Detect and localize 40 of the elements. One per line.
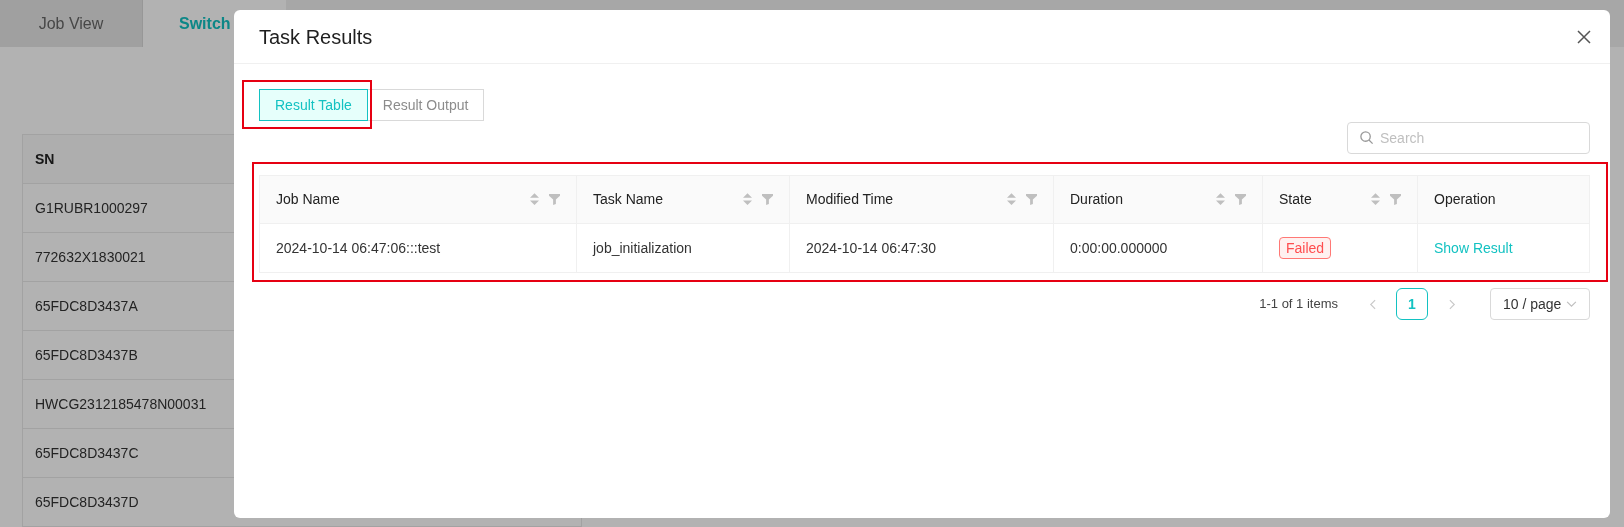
table-cell-text: job_initialization xyxy=(593,238,692,258)
table-cell-text: 65FDC8D3437C xyxy=(35,443,139,463)
sort-icon[interactable] xyxy=(1371,193,1380,206)
tab[interactable]: Job View xyxy=(0,0,143,47)
page-size-select[interactable]: 10 / page xyxy=(1490,288,1590,320)
close-icon[interactable] xyxy=(1576,28,1592,45)
table-cell-text: 65FDC8D3437D xyxy=(35,492,139,512)
table-cell-text: 772632X1830021 xyxy=(35,247,146,267)
column-title: Modified Time xyxy=(806,190,894,209)
sort-icon[interactable] xyxy=(1007,193,1016,206)
table-cell-text: 65FDC8D3437B xyxy=(35,345,138,365)
column-title: Operation xyxy=(1434,190,1496,209)
table-cell-text: 65FDC8D3437A xyxy=(35,296,138,316)
column-title: Duration xyxy=(1070,190,1123,209)
sort-icon[interactable] xyxy=(530,193,539,206)
column-title: State xyxy=(1279,190,1312,209)
table-cell-text: 0:00:00.000000 xyxy=(1070,238,1168,258)
pagination-summary: 1-1 of 1 items xyxy=(1259,295,1338,314)
table-cell-text: G1RUBR1000297 xyxy=(35,198,148,218)
segment-tab[interactable]: Result Table xyxy=(259,89,368,121)
segment-tab[interactable]: Result Output xyxy=(366,89,485,121)
filter-icon[interactable] xyxy=(1026,194,1037,205)
filter-icon[interactable] xyxy=(1390,194,1401,205)
table-cell-text: 2024-10-14 06:47:06:::test xyxy=(276,238,441,258)
filter-icon[interactable] xyxy=(762,194,773,205)
sort-icon[interactable] xyxy=(743,193,752,206)
column-title: Job Name xyxy=(276,190,340,209)
search-icon xyxy=(1359,130,1374,145)
show-result-link[interactable]: Show Result xyxy=(1434,237,1513,259)
filter-icon[interactable] xyxy=(549,194,560,205)
search-field[interactable]: Search xyxy=(1347,122,1590,154)
chevron-down-icon xyxy=(1566,300,1577,308)
page-button[interactable]: 1 xyxy=(1396,288,1428,320)
column-header: SN xyxy=(35,149,55,169)
sort-icon[interactable] xyxy=(1216,193,1225,206)
filter-icon[interactable] xyxy=(1235,194,1246,205)
column-title: Task Name xyxy=(593,190,664,209)
table-cell-text: HWCG2312185478N00031 xyxy=(35,394,207,414)
table-cell-text: 2024-10-14 06:47:30 xyxy=(806,238,936,258)
status-tag: Failed xyxy=(1279,237,1332,259)
